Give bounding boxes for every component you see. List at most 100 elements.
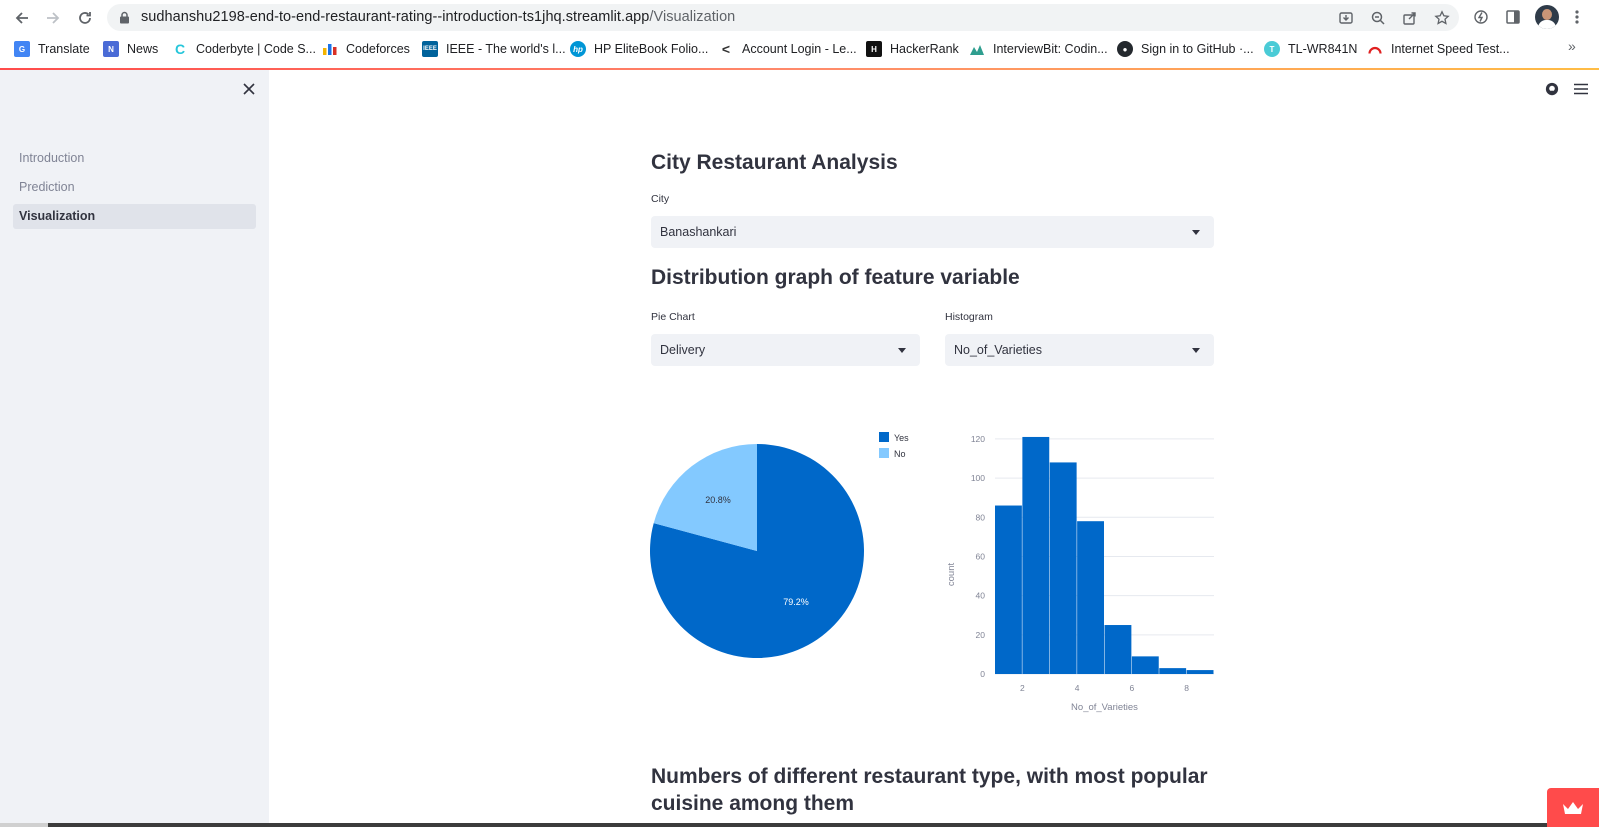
bookmarks-bar: G Translate N News C Coderbyte | Code S... …: [0, 36, 1599, 62]
sidebar-item-prediction[interactable]: Prediction: [13, 175, 256, 200]
bookmark-hackerrank[interactable]: H HackerRank: [866, 39, 959, 59]
side-panel-icon[interactable]: [1503, 7, 1523, 27]
bookmark-hp[interactable]: hp HP EliteBook Folio...: [570, 39, 708, 59]
bookmark-translate[interactable]: G Translate: [14, 39, 90, 59]
profile-avatar[interactable]: [1535, 5, 1559, 29]
bookmark-interviewbit[interactable]: InterviewBit: Codin...: [969, 39, 1108, 59]
codeforces-icon: [322, 41, 338, 57]
install-app-icon[interactable]: [1337, 9, 1355, 27]
x-tick-label: 8: [1184, 683, 1189, 693]
github-icon: ●: [1117, 41, 1133, 57]
url-path: /Visualization: [649, 9, 736, 25]
zoom-icon[interactable]: [1369, 9, 1387, 27]
histogram-select-label: Histogram: [945, 311, 993, 323]
legend-label-no: No: [894, 449, 906, 459]
histogram-bar: [1186, 670, 1214, 674]
tplink-icon: T: [1264, 41, 1280, 57]
city-select[interactable]: Banashankari: [651, 216, 1214, 248]
bookmark-ieee[interactable]: IEEE IEEE - The world's l...: [422, 39, 566, 59]
speedtest-icon: [1367, 41, 1383, 57]
histogram-bar: [1131, 656, 1159, 674]
bookmark-github[interactable]: ● Sign in to GitHub ·...: [1117, 39, 1254, 59]
y-tick-label: 0: [980, 669, 985, 679]
sidebar: Introduction Prediction Visualization: [0, 70, 269, 827]
histogram-bar: [1104, 625, 1132, 674]
chevron-down-icon: [898, 348, 906, 353]
x-axis-label: No_of_Varieties: [1071, 702, 1138, 713]
y-tick-label: 20: [976, 630, 986, 640]
histogram-select[interactable]: No_of_Varieties: [945, 334, 1214, 366]
page-title: City Restaurant Analysis: [651, 151, 898, 174]
x-tick-label: 2: [1020, 683, 1025, 693]
github-source-button[interactable]: [1543, 80, 1561, 98]
histogram-bar: [1159, 668, 1187, 674]
hp-icon: hp: [570, 41, 586, 57]
forward-arrow-icon: [47, 12, 60, 24]
bookmark-star-icon[interactable]: [1433, 9, 1451, 27]
lock-icon: [120, 11, 129, 24]
extension-icon[interactable]: [1471, 7, 1491, 27]
y-tick-label: 40: [976, 591, 986, 601]
browser-chrome: sudhanshu2198-end-to-end-restaurant-rati…: [0, 0, 1599, 68]
x-tick-label: 6: [1130, 683, 1135, 693]
kebab-menu-icon[interactable]: [1567, 7, 1587, 27]
pie-chart-select-label: Pie Chart: [651, 311, 695, 323]
url-text[interactable]: sudhanshu2198-end-to-end-restaurant-rati…: [141, 9, 735, 25]
back-arrow-icon: [15, 12, 28, 24]
pie-chart-select[interactable]: Delivery: [651, 334, 920, 366]
histogram-bar: [1049, 462, 1077, 674]
google-news-icon: N: [103, 41, 119, 57]
sidebar-item-introduction[interactable]: Introduction: [13, 146, 256, 171]
legend-swatch-yes: [879, 432, 889, 442]
url-host: sudhanshu2198-end-to-end-restaurant-rati…: [141, 9, 650, 25]
y-axis-label: count: [946, 563, 957, 587]
hamburger-menu-icon: [1574, 83, 1588, 95]
coderbyte-icon: C: [172, 41, 188, 57]
y-tick-label: 100: [971, 473, 985, 483]
y-tick-label: 80: [976, 512, 986, 522]
forward-button[interactable]: [42, 7, 64, 29]
share-icon[interactable]: [1401, 9, 1419, 27]
bookmarks-overflow-button[interactable]: »: [1568, 38, 1576, 54]
lenovo-icon: <: [718, 41, 734, 57]
bookmark-coderbyte[interactable]: C Coderbyte | Code S...: [172, 39, 316, 59]
bookmark-lenovo[interactable]: < Account Login - Le...: [718, 39, 857, 59]
restaurant-type-title: Numbers of different restaurant type, wi…: [651, 765, 1208, 815]
bookmark-codeforces[interactable]: Codeforces: [322, 39, 410, 59]
chevron-down-icon: [1192, 230, 1200, 235]
pie-chart: 79.2% 20.8% Yes No: [650, 432, 909, 658]
pie-chart-select-value: Delivery: [660, 343, 706, 357]
y-tick-label: 60: [976, 551, 986, 561]
sidebar-item-visualization[interactable]: Visualization: [13, 204, 256, 229]
ieee-icon: IEEE: [422, 41, 438, 57]
crown-icon: [1563, 801, 1583, 814]
hackerrank-icon: H: [866, 41, 882, 57]
histogram-bar: [1022, 436, 1050, 674]
close-icon: [243, 83, 255, 95]
histogram-chart: 0 20 40 60 80 100 120 2 4 6 8 No_of_Varieties count: [946, 434, 1214, 713]
bookmark-speedtest[interactable]: Internet Speed Test...: [1367, 39, 1510, 59]
sidebar-close-button[interactable]: [240, 80, 258, 98]
back-button[interactable]: [11, 7, 33, 29]
distribution-title: Distribution graph of feature variable: [651, 266, 1020, 289]
pie-value-label: 20.8%: [705, 495, 731, 505]
y-tick-label: 120: [971, 434, 985, 444]
histogram-select-value: No_of_Varieties: [954, 343, 1043, 357]
main-menu-button[interactable]: [1572, 80, 1590, 98]
bookmark-tplink[interactable]: T TL-WR841N: [1264, 39, 1357, 59]
histogram-bar: [995, 505, 1022, 674]
x-tick-label: 4: [1075, 683, 1080, 693]
reload-button[interactable]: [74, 7, 96, 29]
city-select-value: Banashankari: [660, 225, 737, 239]
streamlit-cloud-badge[interactable]: [1547, 788, 1599, 827]
address-bar-row: sudhanshu2198-end-to-end-restaurant-rati…: [0, 0, 1599, 34]
legend-swatch-no: [879, 448, 889, 458]
chevron-down-icon: [1192, 348, 1200, 353]
city-select-label: City: [651, 193, 670, 205]
omnibox[interactable]: sudhanshu2198-end-to-end-restaurant-rati…: [107, 4, 1459, 31]
histogram-bar: [1077, 521, 1104, 674]
taskbar-strip: [0, 823, 1599, 827]
google-translate-icon: G: [14, 41, 30, 57]
bookmark-news[interactable]: N News: [103, 39, 158, 59]
reload-icon: [79, 12, 91, 24]
